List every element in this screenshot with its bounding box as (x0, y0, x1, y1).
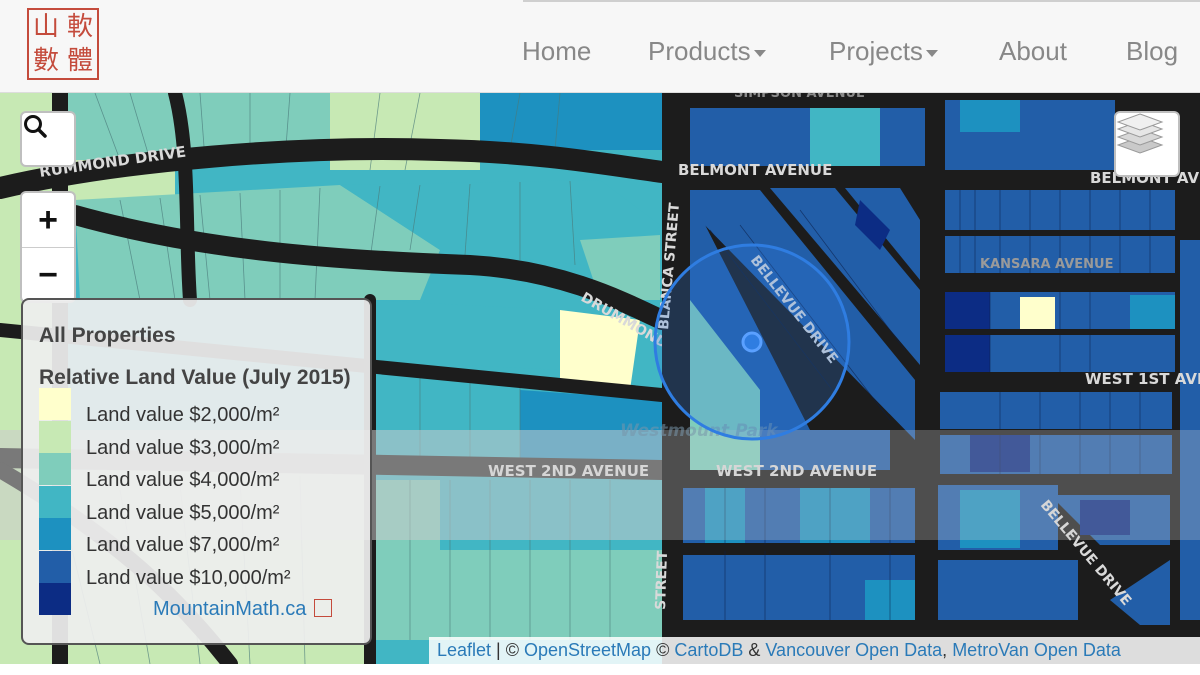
mountainmath-credit-link[interactable]: MountainMath.ca (153, 598, 332, 621)
parcel-10000 (880, 108, 925, 166)
legend-swatch (39, 583, 71, 615)
legend-label: Land value $4,000/m² (86, 469, 280, 491)
street-label-belmont: BELMONT AVENUE (678, 161, 832, 179)
legend-label: Land value $7,000/m² (86, 534, 280, 556)
header-divider (523, 0, 1200, 2)
layers-icon (1116, 113, 1164, 154)
parcel-7000 (480, 93, 662, 150)
nav-products[interactable]: Products (648, 36, 766, 67)
carto-link[interactable]: CartoDB (674, 640, 743, 660)
legend-label: Land value $3,000/m² (86, 436, 280, 459)
site-header: 山 軟 數 體 Home Products Projects About Blo… (0, 0, 1200, 93)
zoom-out-button[interactable]: − (22, 248, 74, 301)
legend-swatch (39, 420, 71, 453)
legend-swatch (39, 388, 71, 420)
street-label-west-1st: WEST 1ST AVE (1085, 370, 1200, 388)
legend-swatch (39, 453, 71, 485)
legend-label: Land value $2,000/m² (86, 404, 280, 426)
legend-swatch (39, 550, 71, 583)
nav-home[interactable]: Home (522, 36, 591, 67)
search-icon (24, 115, 47, 138)
parcel-10000 (938, 560, 1078, 620)
vancouver-data-link[interactable]: Vancouver Open Data (765, 640, 942, 660)
parcel-5000 (810, 108, 880, 166)
map-legend: All Properties Relative Land Value (July… (21, 298, 372, 645)
page-bottom (0, 664, 1200, 675)
parcel-7000 (960, 100, 1020, 132)
chevron-down-icon (925, 49, 938, 57)
nav-projects[interactable]: Projects (829, 36, 938, 67)
location-marker[interactable] (741, 331, 763, 353)
zoom-in-button[interactable]: + (22, 193, 74, 248)
osm-link[interactable]: OpenStreetMap (524, 640, 651, 660)
metrovan-data-link[interactable]: MetroVan Open Data (952, 640, 1121, 660)
parcel-2000 (1020, 297, 1055, 329)
legend-label: Land value $10,000/m² (86, 566, 291, 589)
map-attribution: Leaflet | © OpenStreetMap © CartoDB & Va… (429, 637, 1200, 664)
street-label-simpson: SIMPSON AVENUE (734, 93, 865, 101)
leaflet-link[interactable]: Leaflet (437, 640, 491, 660)
search-button[interactable] (20, 111, 76, 167)
legend-label: Land value $5,000/m² (86, 501, 280, 524)
mini-logo (313, 598, 332, 617)
zoom-control: + − (20, 191, 76, 303)
street-label-kansara: KANSARA AVENUE (980, 257, 1113, 272)
nav-blog[interactable]: Blog (1126, 36, 1178, 67)
nav-about[interactable]: About (999, 36, 1067, 67)
legend-title: All Properties (39, 324, 176, 347)
site-logo[interactable]: 山 軟 數 體 (27, 8, 99, 80)
layers-button[interactable] (1114, 111, 1180, 177)
legend-subtitle: Relative Land Value (July 2015) (39, 366, 351, 389)
parcel-10000 (690, 108, 810, 166)
chevron-down-icon (753, 49, 766, 57)
parcel-5000 (370, 300, 560, 370)
legend-swatch (39, 518, 71, 550)
street-label-lower-street: STREET (653, 550, 671, 610)
legend-swatch (39, 485, 71, 518)
